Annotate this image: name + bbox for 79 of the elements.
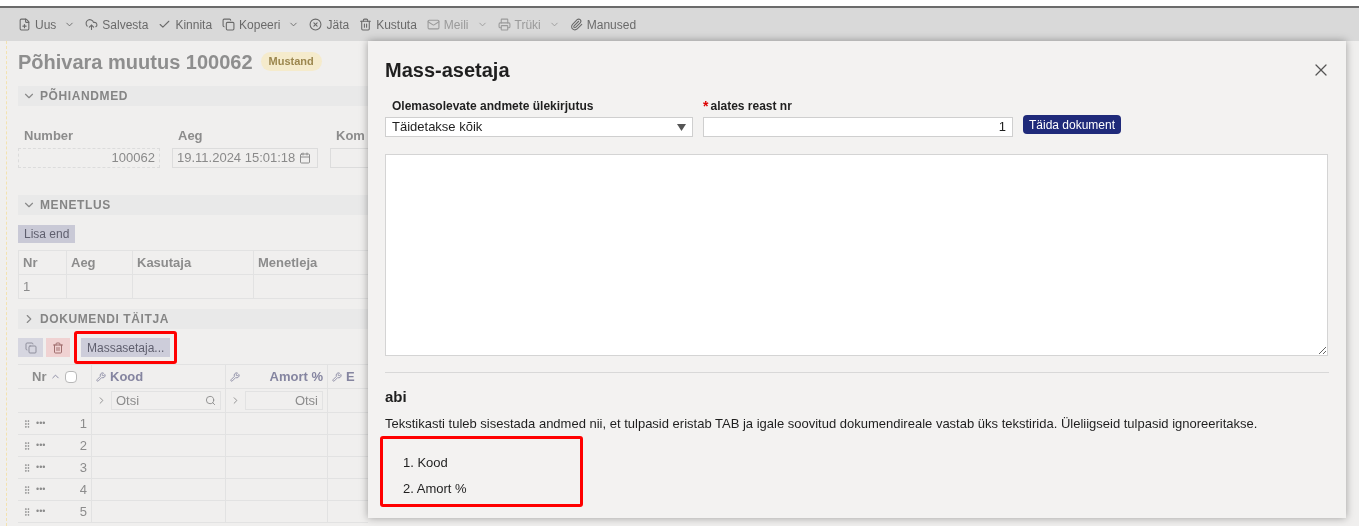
dialog-title: Mass-asetaja	[385, 58, 510, 83]
circle-x-icon	[309, 18, 323, 31]
printer-icon	[497, 18, 511, 31]
field-label: Number	[23, 127, 75, 145]
wrench-icon	[230, 371, 240, 382]
document-title: Põhivara muutus 100062	[18, 49, 253, 75]
cloud-upload-icon	[85, 18, 99, 31]
drag-handle-icon[interactable]	[22, 506, 32, 517]
row-number: 5	[79, 502, 87, 521]
column-header[interactable]: Kood	[110, 366, 144, 387]
row-menu[interactable]: •••	[36, 416, 46, 431]
row-number: 3	[79, 458, 87, 477]
copy-icon	[24, 341, 37, 354]
row-number: 4	[79, 480, 87, 499]
section-header[interactable]: PÕHIANDMED	[18, 86, 368, 106]
column-header[interactable]: E	[346, 366, 355, 387]
column-header: Kasutaja	[137, 253, 192, 272]
column-header: Nr	[23, 253, 38, 272]
search-field[interactable]: Otsi	[245, 391, 323, 410]
mass-fill-button[interactable]: Massasetaja...	[81, 338, 171, 357]
section-header[interactable]: MENETLUS	[18, 194, 368, 215]
row-menu[interactable]: •••	[36, 460, 46, 475]
row-number: 1	[79, 414, 87, 433]
toolbar-button[interactable]: Kinnita	[158, 15, 213, 34]
field-label: Aeg	[177, 127, 204, 145]
copy-icon	[222, 18, 236, 31]
calendar-icon	[299, 151, 312, 164]
check-icon	[158, 18, 172, 31]
status-badge: Mustand	[260, 52, 322, 71]
help-list-item: 1. Kood	[403, 454, 449, 472]
required-mark: *	[703, 99, 709, 113]
section-title: DOKUMENDI TÄITJA	[40, 311, 169, 328]
overwrite-select[interactable]: Täidetakse kõik	[385, 117, 693, 137]
field-label: Olemasolevate andmete ülekirjutus	[391, 98, 595, 115]
help-title: abi	[385, 387, 408, 407]
checkbox[interactable]	[65, 370, 78, 383]
help-list-item: 2. Amort %	[403, 479, 468, 498]
section-title: PÕHIANDMED	[40, 87, 128, 105]
toolbar-button[interactable]: Jäta	[309, 15, 350, 34]
search-field[interactable]: Otsi	[111, 391, 221, 410]
row-menu[interactable]: •••	[36, 482, 46, 497]
trash-icon	[359, 18, 373, 31]
drag-handle-icon[interactable]	[22, 440, 32, 451]
table-cell-text: 1	[23, 277, 31, 296]
input-field[interactable]: 19.11.2024 15:01:18	[172, 147, 318, 168]
search-icon	[205, 395, 216, 406]
toolbar-button[interactable]: Uus	[18, 15, 76, 34]
field-label: alates reast nr	[710, 98, 792, 115]
drag-handle-icon[interactable]	[22, 462, 32, 473]
mail-icon	[426, 18, 440, 31]
toolbar-button[interactable]: Kustuta	[359, 15, 417, 34]
add-self-button[interactable]: Lisa end	[18, 224, 76, 243]
delete-button[interactable]	[46, 338, 70, 357]
section-header[interactable]: DOKUMENDI TÄITJA	[18, 309, 368, 329]
paperclip-icon	[569, 18, 583, 31]
start-row-input[interactable]: 1	[703, 117, 1013, 137]
wrench-icon	[96, 371, 106, 382]
document-plus-icon	[18, 18, 31, 31]
toolbar-button[interactable]: Kopeeri	[222, 15, 300, 34]
help-text: Tekstikasti tuleb sisestada andmed nii, et tulpasid eristab TAB ja igale soovitud dokumendireale vastab üks tekstirida. Üleliigseid tulpasid ignoreeritakse.	[385, 414, 1259, 433]
dropdown-arrow-icon	[677, 123, 686, 131]
row-menu[interactable]: •••	[36, 438, 46, 453]
drag-handle-icon[interactable]	[22, 418, 32, 429]
column-header[interactable]: Amort %	[269, 366, 323, 387]
column-header[interactable]: Nr	[32, 366, 47, 387]
row-menu[interactable]: •••	[36, 504, 46, 519]
row-number: 2	[79, 436, 87, 455]
trash-icon	[52, 341, 64, 354]
field-label: Kom	[335, 127, 366, 145]
toolbar-button[interactable]: Salvesta	[85, 15, 149, 34]
copy-button[interactable]	[18, 338, 43, 357]
input-field[interactable]: 100062	[18, 147, 160, 168]
drag-handle-icon[interactable]	[22, 484, 32, 495]
toolbar-button[interactable]: Manused	[569, 15, 637, 34]
wrench-icon	[332, 371, 342, 382]
column-header: Aeg	[71, 253, 96, 272]
section-title: MENETLUS	[40, 196, 111, 214]
fill-document-button[interactable]: Täida dokument	[1023, 115, 1122, 134]
column-header: Menetleja	[258, 253, 318, 272]
